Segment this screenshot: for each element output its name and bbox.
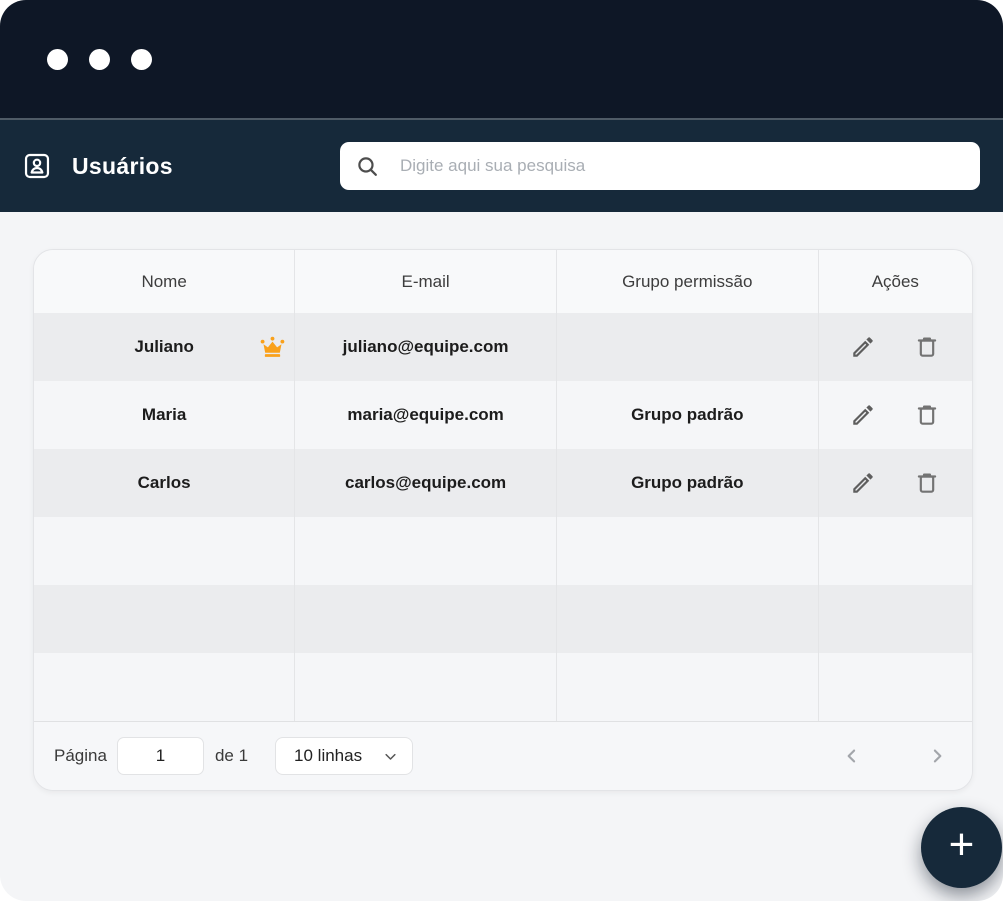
- table-row-empty: [34, 653, 972, 721]
- window-dot-1[interactable]: [47, 49, 68, 70]
- window-titlebar: [0, 0, 1003, 120]
- app-window: Usuários Nome E-mail: [0, 0, 1003, 901]
- delete-user-button[interactable]: [914, 402, 940, 428]
- window-dot-2[interactable]: [89, 49, 110, 70]
- column-header-email: E-mail: [295, 250, 557, 313]
- user-name: Juliano: [134, 337, 194, 356]
- edit-user-button[interactable]: [850, 334, 876, 360]
- search-icon: [355, 154, 380, 179]
- cell-group: Grupo padrão: [556, 449, 818, 517]
- cell-email: maria@equipe.com: [295, 381, 557, 449]
- cell-actions: [818, 449, 972, 517]
- pagination-bar: Página de 1 10 linhas: [34, 721, 972, 790]
- table-row-empty: [34, 585, 972, 653]
- window-dot-3[interactable]: [131, 49, 152, 70]
- cell-name: Carlos: [34, 449, 295, 517]
- table-row: Maria maria@equipe.com Grupo padrão: [34, 381, 972, 449]
- search-input[interactable]: [398, 155, 965, 177]
- page-title: Usuários: [72, 153, 173, 180]
- main-content: Nome E-mail Grupo permissão Ações Julian…: [0, 212, 1003, 791]
- page-label: Página: [54, 746, 107, 766]
- edit-user-button[interactable]: [850, 470, 876, 496]
- next-page-button[interactable]: [926, 745, 948, 767]
- delete-user-button[interactable]: [914, 470, 940, 496]
- previous-page-button[interactable]: [841, 745, 863, 767]
- cell-email: carlos@equipe.com: [295, 449, 557, 517]
- delete-user-button[interactable]: [914, 334, 940, 360]
- table-row: Juliano juliano@equipe.com: [34, 313, 972, 381]
- chevron-down-icon: [383, 749, 398, 764]
- column-header-grupo: Grupo permissão: [556, 250, 818, 313]
- cell-name: Juliano: [34, 313, 295, 381]
- rows-per-page-select[interactable]: 10 linhas: [275, 737, 413, 775]
- page-number-input[interactable]: [117, 737, 204, 775]
- table-header-row: Nome E-mail Grupo permissão Ações: [34, 250, 972, 313]
- cell-group: [556, 313, 818, 381]
- users-table: Nome E-mail Grupo permissão Ações Julian…: [34, 250, 972, 721]
- rows-per-page-value: 10 linhas: [294, 746, 362, 766]
- cell-email: juliano@equipe.com: [295, 313, 557, 381]
- cell-group: Grupo padrão: [556, 381, 818, 449]
- admin-crown-icon: [259, 334, 286, 361]
- cell-actions: [818, 381, 972, 449]
- search-box: [340, 142, 980, 190]
- edit-user-button[interactable]: [850, 402, 876, 428]
- column-header-nome: Nome: [34, 250, 295, 313]
- page-total-label: de 1: [215, 746, 248, 766]
- users-badge-icon: [23, 152, 51, 180]
- plus-icon: +: [949, 823, 975, 867]
- add-user-button[interactable]: +: [921, 807, 1002, 888]
- cell-actions: [818, 313, 972, 381]
- app-header: Usuários: [0, 120, 1003, 212]
- column-header-acoes: Ações: [818, 250, 972, 313]
- table-row: Carlos carlos@equipe.com Grupo padrão: [34, 449, 972, 517]
- users-table-card: Nome E-mail Grupo permissão Ações Julian…: [33, 249, 973, 791]
- table-row-empty: [34, 517, 972, 585]
- cell-name: Maria: [34, 381, 295, 449]
